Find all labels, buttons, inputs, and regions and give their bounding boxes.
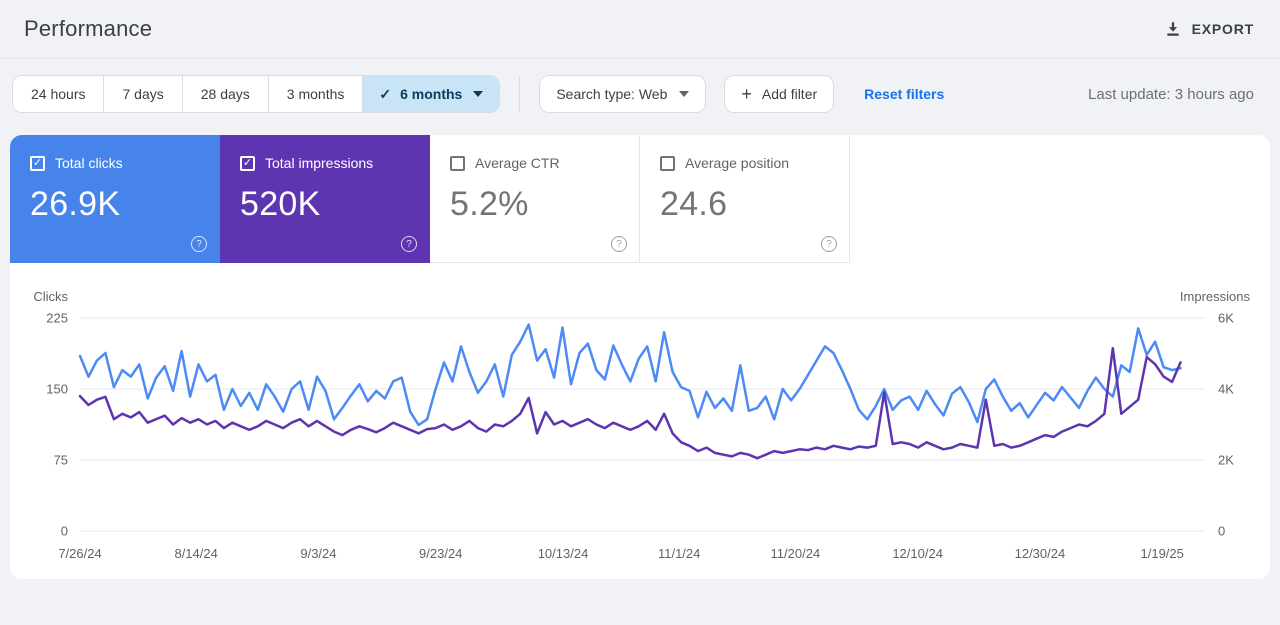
search-type-label: Search type: Web [556, 86, 667, 102]
page-header: Performance EXPORT [0, 0, 1280, 58]
download-icon [1164, 20, 1182, 38]
card-average-position[interactable]: Average position 24.6 ? [640, 135, 850, 263]
search-type-dropdown[interactable]: Search type: Web [539, 75, 706, 113]
card-value: 24.6 [660, 185, 829, 224]
date-range-group: 24 hours 7 days 28 days 3 months ✓ 6 mon… [12, 75, 500, 113]
export-button[interactable]: EXPORT [1164, 20, 1254, 38]
left-axis-tick: 75 [54, 453, 68, 468]
x-axis-tick: 9/23/24 [419, 546, 462, 561]
range-7-days[interactable]: 7 days [104, 76, 182, 112]
x-axis-tick: 1/19/25 [1141, 546, 1184, 561]
chevron-down-icon [679, 91, 689, 97]
checkbox-unchecked-icon[interactable] [450, 156, 465, 171]
right-axis-tick: 4K [1218, 382, 1234, 397]
card-value: 520K [240, 185, 409, 224]
card-label: Total impressions [265, 155, 373, 171]
add-filter-label: Add filter [762, 86, 817, 102]
range-label: 6 months [400, 86, 462, 102]
right-axis-title: Impressions [1180, 289, 1251, 304]
card-total-clicks[interactable]: ✓ Total clicks 26.9K ? [10, 135, 220, 263]
card-label: Average CTR [475, 155, 560, 171]
chevron-down-icon [473, 91, 483, 97]
range-3-months[interactable]: 3 months [269, 76, 364, 112]
performance-chart[interactable]: 225 150 75 0 6K 4K 2K 0 Clicks Impressions 7/26/24… [10, 263, 1270, 576]
card-value: 26.9K [30, 185, 199, 224]
metric-cards-row: ✓ Total clicks 26.9K ? ✓ Total impressio… [10, 135, 1270, 263]
card-average-ctr[interactable]: Average CTR 5.2% ? [430, 135, 640, 263]
range-24-hours[interactable]: 24 hours [13, 76, 104, 112]
x-axis-tick: 8/14/24 [174, 546, 217, 561]
right-axis-tick: 0 [1218, 524, 1225, 539]
vertical-divider [519, 76, 520, 112]
card-total-impressions[interactable]: ✓ Total impressions 520K ? [220, 135, 430, 263]
clicks-line-series [80, 325, 1181, 425]
range-6-months[interactable]: ✓ 6 months [363, 76, 499, 112]
performance-panel: ✓ Total clicks 26.9K ? ✓ Total impressio… [10, 135, 1270, 579]
check-icon: ✓ [379, 86, 391, 103]
x-axis-tick: 12/30/24 [1015, 546, 1066, 561]
plus-icon: + [741, 85, 752, 103]
range-label: 28 days [201, 86, 250, 102]
export-label: EXPORT [1192, 21, 1254, 37]
help-icon[interactable]: ? [401, 236, 417, 252]
right-axis-tick: 2K [1218, 453, 1234, 468]
x-axis-tick: 7/26/24 [58, 546, 101, 561]
card-label: Average position [685, 155, 789, 171]
right-axis-tick: 6K [1218, 311, 1234, 326]
page-title: Performance [24, 16, 152, 42]
impressions-line-series [80, 348, 1181, 458]
range-28-days[interactable]: 28 days [183, 76, 269, 112]
help-icon[interactable]: ? [821, 236, 837, 252]
help-icon[interactable]: ? [611, 236, 627, 252]
filter-bar: 24 hours 7 days 28 days 3 months ✓ 6 mon… [0, 59, 1280, 129]
x-axis-tick: 11/1/24 [658, 546, 700, 561]
left-axis-title: Clicks [33, 289, 68, 304]
left-axis-tick: 150 [46, 382, 68, 397]
reset-filters-link[interactable]: Reset filters [864, 86, 944, 102]
clicks-impressions-line-chart[interactable]: 225 150 75 0 6K 4K 2K 0 Clicks Impressions 7/26/24… [10, 265, 1270, 571]
left-axis-tick: 225 [46, 311, 68, 326]
checkbox-checked-icon[interactable]: ✓ [30, 156, 45, 171]
left-axis-tick: 0 [61, 524, 68, 539]
checkbox-checked-icon[interactable]: ✓ [240, 156, 255, 171]
range-label: 3 months [287, 86, 345, 102]
x-axis-tick: 9/3/24 [300, 546, 336, 561]
x-axis-tick: 11/20/24 [771, 546, 821, 561]
add-filter-button[interactable]: + Add filter [724, 75, 834, 113]
card-label: Total clicks [55, 155, 123, 171]
card-value: 5.2% [450, 185, 619, 224]
help-icon[interactable]: ? [191, 236, 207, 252]
checkbox-unchecked-icon[interactable] [660, 156, 675, 171]
x-axis-tick: 12/10/24 [892, 546, 943, 561]
range-label: 24 hours [31, 86, 85, 102]
last-update-text: Last update: 3 hours ago [1088, 86, 1254, 103]
range-label: 7 days [122, 86, 163, 102]
x-axis-tick: 10/13/24 [538, 546, 589, 561]
